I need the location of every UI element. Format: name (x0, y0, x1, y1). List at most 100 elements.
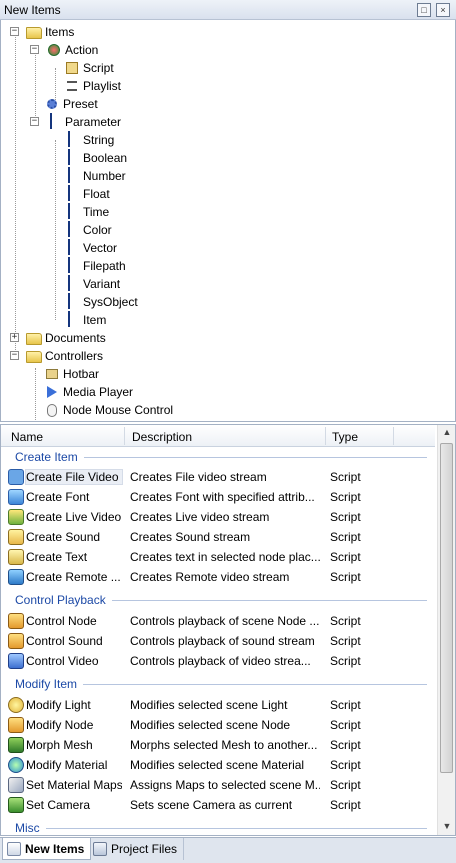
tree-node-float[interactable]: Float (64, 185, 110, 203)
list-item[interactable]: Set Camera Sets scene Camera as current … (1, 795, 435, 815)
tree-node-action[interactable]: − Action (30, 41, 98, 59)
tree-node-node-mouse-control[interactable]: Node Mouse Control (44, 401, 173, 419)
item-name: Create File Video (25, 469, 123, 485)
parameter-icon (64, 293, 80, 310)
tree-node-label: Documents (45, 331, 106, 345)
item-description: Assigns Maps to selected scene M... (130, 778, 320, 792)
tab-new-items[interactable]: New Items (2, 838, 92, 860)
list-item[interactable]: Modify Material Modifies selected scene … (1, 755, 435, 775)
tree-node-hotbar[interactable]: Hotbar (44, 365, 99, 383)
panel-tabs: New Items Project Files (0, 837, 456, 863)
tree-node-boolean[interactable]: Boolean (64, 149, 127, 167)
restore-button[interactable]: □ (417, 3, 431, 17)
tree-node-controllers[interactable]: − Controllers (10, 347, 103, 365)
tree-node-items[interactable]: − Items (10, 23, 74, 41)
material-maps-icon (8, 777, 24, 793)
folder-icon (26, 27, 42, 39)
collapse-icon[interactable]: − (10, 351, 19, 360)
tree-node-number[interactable]: Number (64, 167, 126, 185)
list-item[interactable]: Create File Video Creates File video str… (1, 467, 435, 487)
list-item[interactable]: Modify Node Modifies selected scene Node… (1, 715, 435, 735)
list-item[interactable]: Create Live Video Creates Live video str… (1, 507, 435, 527)
panel-title: New Items (4, 3, 61, 17)
list-item[interactable]: Create Font Creates Font with specified … (1, 487, 435, 507)
tree-node-time[interactable]: Time (64, 203, 109, 221)
tab-project-files[interactable]: Project Files (89, 838, 185, 860)
tree-node-filepath[interactable]: Filepath (64, 257, 126, 275)
list-item[interactable]: Create Remote ... Creates Remote video s… (1, 567, 435, 587)
list-item[interactable]: Create Sound Creates Sound stream Script (1, 527, 435, 547)
vertical-scrollbar[interactable]: ▲ ▼ (437, 425, 455, 835)
list-item[interactable]: Create Text Creates text in selected nod… (1, 547, 435, 567)
scroll-down-icon[interactable]: ▼ (441, 821, 453, 833)
tree-node-preset[interactable]: Preset (44, 95, 98, 113)
parameter-icon (64, 203, 80, 220)
item-type: Script (330, 798, 361, 812)
group-label: Misc (15, 821, 40, 835)
text-icon (8, 549, 24, 565)
item-type: Script (330, 718, 361, 732)
tab-label: New Items (25, 841, 85, 856)
tree-node-vector[interactable]: Vector (64, 239, 117, 257)
list-item[interactable]: Control Video Controls playback of video… (1, 651, 435, 671)
item-name: Set Camera (26, 798, 91, 812)
list-item[interactable]: Set Material Maps Assigns Maps to select… (1, 775, 435, 795)
project-files-icon (93, 842, 107, 856)
item-type: Script (330, 490, 361, 504)
tree-node-variant[interactable]: Variant (64, 275, 120, 293)
parameter-icon (64, 131, 80, 148)
item-description: Controls playback of video strea... (130, 654, 311, 668)
tree-node-label: Script (83, 61, 114, 75)
item-name: Control Node (26, 614, 97, 628)
script-icon (64, 60, 80, 76)
column-header-description[interactable]: Description (132, 430, 192, 444)
control-node-icon (8, 613, 24, 629)
tree-node-label: Item (83, 313, 107, 327)
folder-icon (26, 333, 42, 345)
list-item[interactable]: Control Sound Controls playback of sound… (1, 631, 435, 651)
sound-icon (8, 529, 24, 545)
collapse-icon[interactable]: − (30, 117, 39, 126)
tree-node-color[interactable]: Color (64, 221, 112, 239)
item-tree[interactable]: − Items − Action Script Playlist Preset … (0, 20, 456, 422)
tree-node-documents[interactable]: + Documents (10, 329, 106, 347)
new-items-icon (7, 841, 21, 856)
tree-node-script[interactable]: Script (64, 59, 114, 77)
tree-node-playlist[interactable]: Playlist (64, 77, 121, 95)
tree-node-item[interactable]: Item (64, 311, 106, 329)
tab-label: Project Files (111, 842, 178, 856)
tree-node-sysobject[interactable]: SysObject (64, 293, 138, 311)
camera-icon (8, 797, 24, 813)
hotbar-icon (44, 366, 60, 382)
close-button[interactable]: × (436, 3, 450, 17)
control-video-icon (8, 653, 24, 669)
play-icon (44, 384, 60, 400)
tree-node-label: Action (65, 43, 99, 57)
group-header: Control Playback (15, 593, 427, 607)
scroll-up-icon[interactable]: ▲ (441, 427, 453, 439)
folder-icon (26, 351, 42, 363)
list-item[interactable]: Modify Light Modifies selected scene Lig… (1, 695, 435, 715)
collapse-icon[interactable]: − (30, 45, 39, 54)
column-header-name[interactable]: Name (11, 430, 43, 444)
item-description: Creates text in selected node plac... (130, 550, 320, 564)
item-description: Morphs selected Mesh to another... (130, 738, 318, 752)
item-type: Script (330, 634, 361, 648)
parameter-icon (46, 113, 62, 130)
parameter-icon (64, 311, 80, 328)
item-type: Script (330, 550, 361, 564)
tree-node-media-player[interactable]: Media Player (44, 383, 133, 401)
scroll-thumb[interactable] (440, 443, 453, 773)
mouse-icon (44, 402, 60, 418)
tree-node-string[interactable]: String (64, 131, 114, 149)
items-list[interactable]: Name Description Type Create Item Create… (0, 424, 456, 836)
list-item[interactable]: Morph Mesh Morphs selected Mesh to anoth… (1, 735, 435, 755)
column-header-type[interactable]: Type (332, 430, 358, 444)
preset-icon (44, 96, 60, 112)
expand-icon[interactable]: + (10, 333, 19, 342)
list-item[interactable]: Control Node Controls playback of scene … (1, 611, 435, 631)
tree-node-parameter[interactable]: − Parameter (30, 113, 121, 131)
item-description: Creates Live video stream (130, 510, 270, 524)
tree-node-label: String (83, 133, 115, 147)
collapse-icon[interactable]: − (10, 27, 19, 36)
